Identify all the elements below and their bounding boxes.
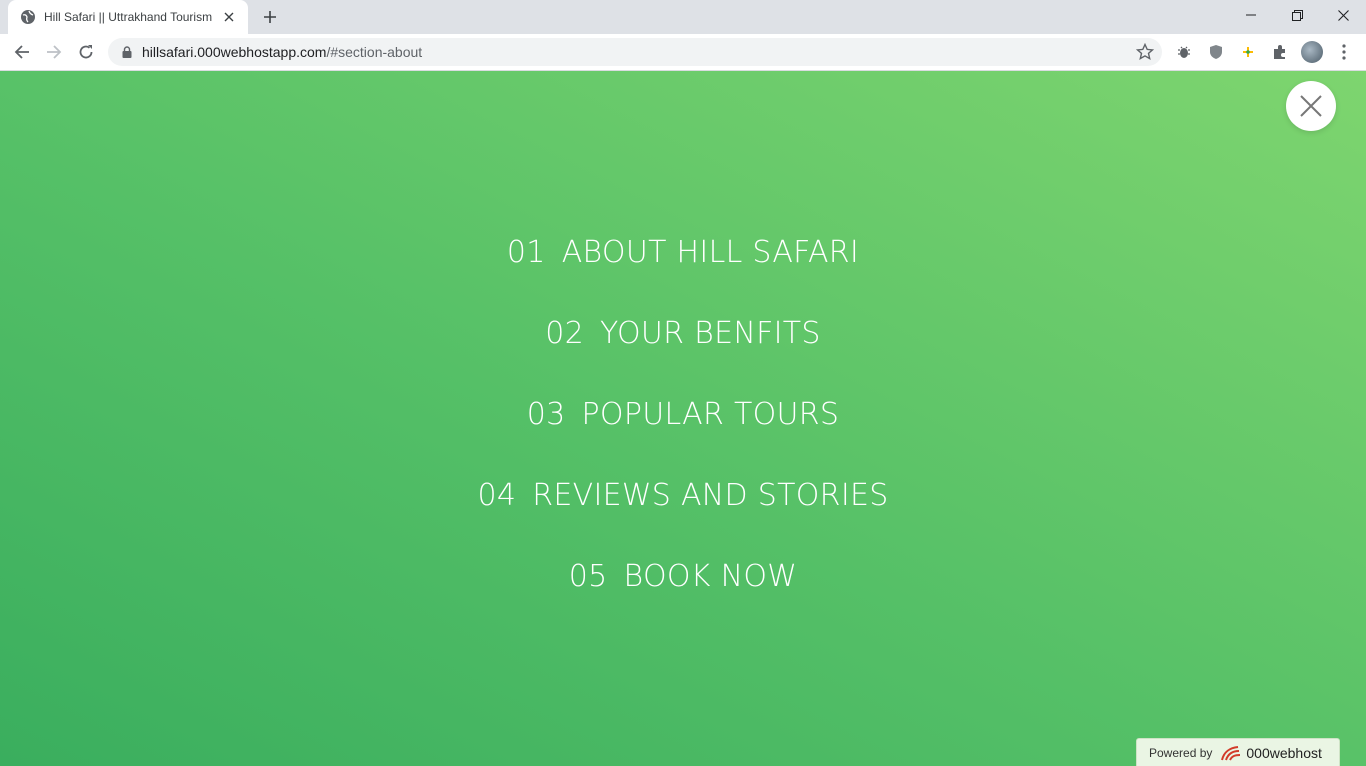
sparkle-extension-icon[interactable] bbox=[1238, 42, 1258, 62]
profile-avatar[interactable] bbox=[1301, 41, 1323, 63]
nav-item-tours: 03 POPULAR TOURS bbox=[0, 397, 1366, 478]
nav-number: 05 bbox=[568, 559, 608, 594]
browser-tab[interactable]: Hill Safari || Uttrakhand Tourism bbox=[8, 0, 248, 34]
minimize-button[interactable] bbox=[1228, 0, 1274, 30]
nav-number: 03 bbox=[526, 397, 566, 432]
bookmark-star-icon[interactable] bbox=[1135, 42, 1155, 61]
nav-label: REVIEWS AND STORIES bbox=[532, 478, 889, 513]
nav-item-book: 05 BOOK NOW bbox=[0, 559, 1366, 640]
forward-arrow-icon[interactable] bbox=[40, 38, 68, 66]
puzzle-extensions-icon[interactable] bbox=[1270, 42, 1290, 62]
nav-number: 04 bbox=[477, 478, 517, 513]
navigation-overlay: 01 ABOUT HILL SAFARI 02 YOUR BENFITS 03 POP… bbox=[0, 71, 1366, 766]
reload-icon[interactable] bbox=[72, 38, 100, 66]
globe-icon bbox=[20, 9, 36, 25]
shield-extension-icon[interactable] bbox=[1206, 42, 1226, 62]
close-icon bbox=[1300, 95, 1322, 117]
nav-link-tours[interactable]: 03 POPULAR TOURS bbox=[527, 397, 840, 432]
powered-by-text: Powered by bbox=[1149, 745, 1213, 760]
window-close-button[interactable] bbox=[1320, 0, 1366, 30]
back-arrow-icon[interactable] bbox=[8, 38, 36, 66]
nav-item-about: 01 ABOUT HILL SAFARI bbox=[0, 235, 1366, 316]
nav-link-reviews[interactable]: 04 REVIEWS AND STORIES bbox=[477, 478, 888, 513]
lock-icon bbox=[120, 45, 134, 59]
nav-label: YOUR BENFITS bbox=[600, 316, 821, 351]
browser-toolbar: hillsafari.000webhostapp.com/#section-ab… bbox=[0, 34, 1366, 71]
url-host: hillsafari.000webhostapp.com bbox=[142, 44, 327, 60]
new-tab-button[interactable] bbox=[258, 5, 282, 29]
nav-link-benefits[interactable]: 02 YOUR BENFITS bbox=[545, 316, 821, 351]
nav-item-reviews: 04 REVIEWS AND STORIES bbox=[0, 478, 1366, 559]
powered-by-badge[interactable]: Powered by 000webhost bbox=[1136, 738, 1340, 766]
more-menu-icon[interactable] bbox=[1334, 42, 1354, 62]
browser-tab-strip: Hill Safari || Uttrakhand Tourism bbox=[0, 0, 1366, 34]
000webhost-logo-icon bbox=[1221, 745, 1241, 760]
nav-item-benefits: 02 YOUR BENFITS bbox=[0, 316, 1366, 397]
restore-button[interactable] bbox=[1274, 0, 1320, 30]
url-path: /#section-about bbox=[326, 44, 423, 60]
bug-extension-icon[interactable] bbox=[1174, 42, 1194, 62]
address-bar[interactable]: hillsafari.000webhostapp.com/#section-ab… bbox=[108, 38, 1162, 66]
url-text: hillsafari.000webhostapp.com/#section-ab… bbox=[142, 44, 422, 60]
nav-label: BOOK NOW bbox=[623, 559, 798, 594]
nav-label: ABOUT HILL SAFARI bbox=[561, 235, 860, 270]
nav-label: POPULAR TOURS bbox=[581, 397, 840, 432]
nav-link-book[interactable]: 05 BOOK NOW bbox=[569, 559, 797, 594]
navigation-list: 01 ABOUT HILL SAFARI 02 YOUR BENFITS 03 POP… bbox=[0, 235, 1366, 640]
powered-by-brand: 000webhost bbox=[1246, 744, 1322, 761]
nav-number: 02 bbox=[545, 316, 585, 351]
tab-close-icon[interactable] bbox=[220, 8, 238, 26]
nav-link-about[interactable]: 01 ABOUT HILL SAFARI bbox=[507, 235, 859, 270]
tab-title: Hill Safari || Uttrakhand Tourism bbox=[44, 10, 213, 24]
close-menu-button[interactable] bbox=[1286, 81, 1336, 131]
nav-number: 01 bbox=[506, 235, 546, 270]
